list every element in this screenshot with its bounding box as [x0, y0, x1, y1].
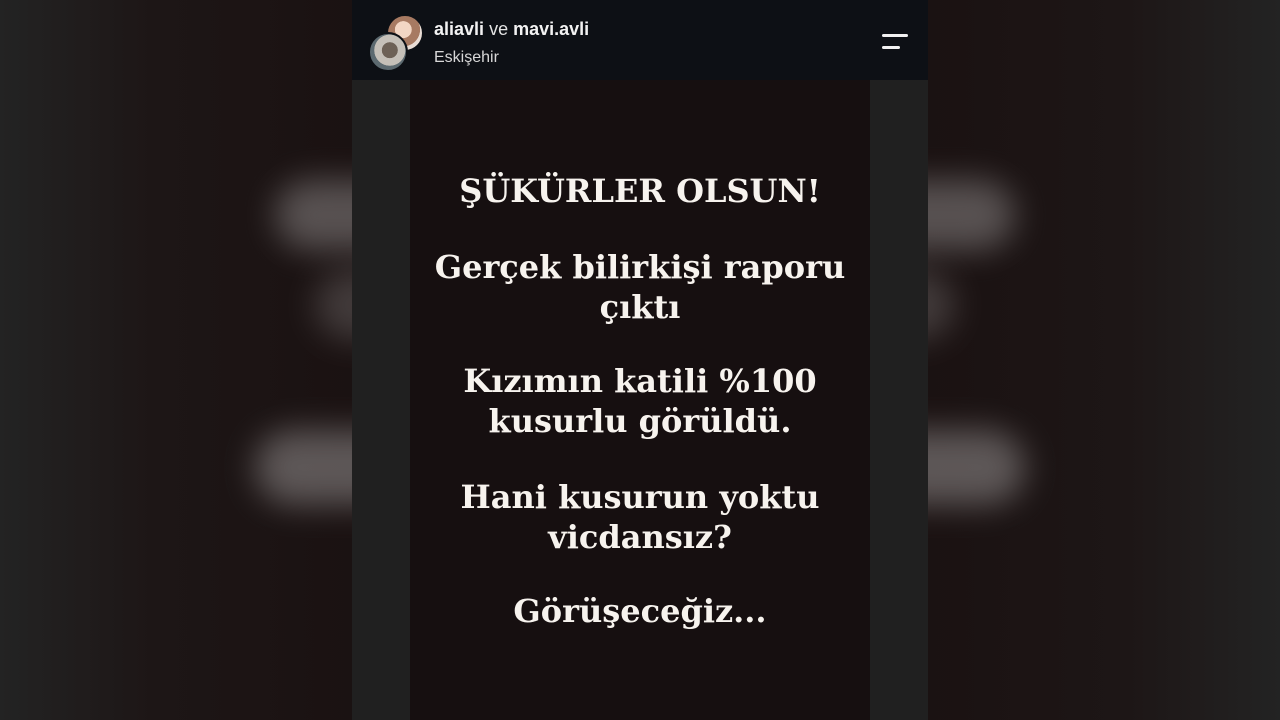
- story-line: kusurlu görüldü.: [488, 402, 792, 440]
- story-line: ŞÜKÜRLER OLSUN!: [459, 172, 821, 210]
- menu-icon[interactable]: [878, 30, 910, 56]
- collab-avatars[interactable]: [368, 14, 424, 72]
- story-paragraph: Hani kusurun yoktu vicdansız?: [410, 477, 870, 557]
- story-header: aliavli ve mavi.avli Eskişehir: [352, 0, 928, 80]
- story-line: Görüşeceğiz...: [513, 592, 767, 630]
- story-paragraph: Görüşeceğiz...: [410, 591, 870, 631]
- avatar[interactable]: [368, 32, 408, 72]
- username-link[interactable]: aliavli: [434, 19, 484, 39]
- story-authors: aliavli ve mavi.avli: [434, 18, 589, 40]
- story-paragraph: ŞÜKÜRLER OLSUN!: [410, 171, 870, 211]
- conjunction-text: ve: [489, 19, 509, 39]
- story-content: ŞÜKÜRLER OLSUN! Gerçek bilirkişi raporu …: [410, 80, 870, 720]
- story-line: Hani kusurun yoktu: [460, 478, 820, 516]
- story-line: çıktı: [599, 288, 681, 326]
- story-viewer: aliavli ve mavi.avli Eskişehir ŞÜKÜRLER …: [352, 0, 928, 720]
- story-line: vicdansız?: [548, 518, 732, 556]
- story-paragraph: Gerçek bilirkişi raporu çıktı: [410, 247, 870, 327]
- username-link[interactable]: mavi.avli: [513, 19, 589, 39]
- story-line: Kızımın katili %100: [463, 362, 817, 400]
- story-line: Gerçek bilirkişi raporu: [434, 248, 846, 286]
- location-label[interactable]: Eskişehir: [434, 48, 499, 68]
- story-paragraph: Kızımın katili %100 kusurlu görüldü.: [410, 361, 870, 441]
